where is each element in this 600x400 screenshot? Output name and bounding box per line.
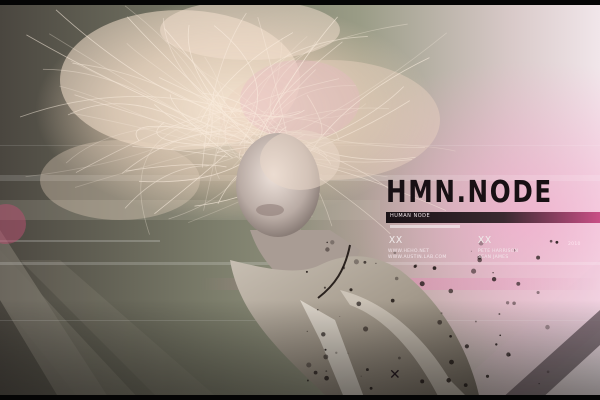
artwork-canvas: HMN.NODE HUMAN NODE XX XX WWW.HEHO.NET W… xyxy=(0,0,600,400)
ink-speck xyxy=(555,240,559,244)
ink-speck xyxy=(491,277,497,282)
ink-speck xyxy=(448,288,454,294)
top-border xyxy=(0,0,600,5)
cross-mark: ✕ xyxy=(389,367,401,383)
ink-speck xyxy=(413,265,417,268)
ink-speck xyxy=(536,290,540,295)
ink-speck xyxy=(353,259,359,265)
ink-speck xyxy=(326,241,328,244)
ink-speck xyxy=(471,268,477,274)
ink-speck xyxy=(363,260,367,264)
ink-speck xyxy=(349,288,353,292)
ink-speck xyxy=(323,286,326,289)
bottom-border xyxy=(0,395,600,400)
ink-speck xyxy=(305,270,308,273)
ink-speck xyxy=(325,247,330,252)
credit-year: 2010 xyxy=(568,242,581,247)
ink-speck xyxy=(516,281,521,286)
title-underline xyxy=(390,225,460,228)
ink-speck xyxy=(375,262,377,265)
mark-left: XX xyxy=(389,235,404,246)
ink-speck xyxy=(549,239,553,243)
credit-name-2: SEAN JAMES xyxy=(478,255,509,260)
mark-right: XX xyxy=(478,235,493,246)
ink-speck xyxy=(342,266,346,270)
ink-speck xyxy=(394,276,399,281)
credit-url-2: WWW.AUSTIN.LAB.COM xyxy=(388,255,447,260)
ink-speck xyxy=(492,271,494,274)
ink-speck xyxy=(419,281,425,287)
ink-speck xyxy=(330,240,335,245)
ink-speck xyxy=(432,266,437,270)
ink-speck xyxy=(470,250,472,252)
title-bar-label: HUMAN NODE xyxy=(390,213,431,219)
ink-speck xyxy=(536,255,541,260)
artwork-title: HMN.NODE xyxy=(386,175,553,210)
